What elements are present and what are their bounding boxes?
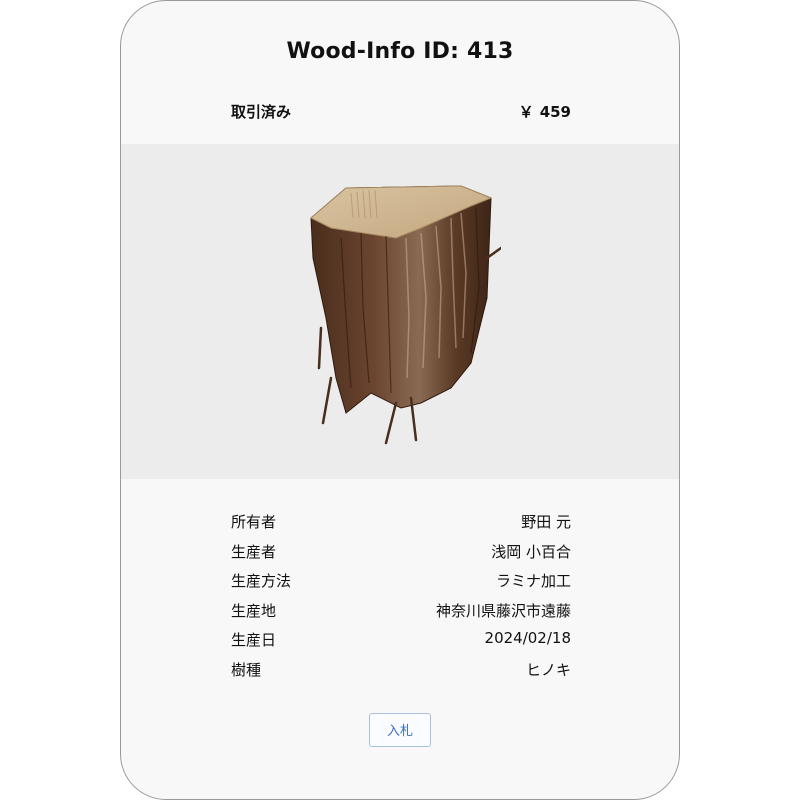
detail-value: ラミナ加工 — [495, 572, 571, 590]
detail-label: 生産日 — [231, 631, 277, 649]
detail-value: 野田 元 — [521, 513, 571, 531]
detail-row-owner: 所有者 野田 元 — [231, 509, 571, 539]
detail-row-origin: 生産地 神奈川県藤沢市遠藤 — [231, 598, 571, 628]
wood-log-icon — [310, 185, 501, 445]
detail-value: ヒノキ — [525, 660, 571, 679]
detail-row-species: 樹種 ヒノキ — [231, 657, 571, 687]
wood-info-card: Wood-Info ID: 413 取引済み ￥ 459 所有者 野田 元 生産… — [120, 0, 680, 800]
detail-label: 生産者 — [231, 542, 277, 561]
detail-value: 浅岡 小百合 — [491, 542, 571, 561]
detail-row-producer: 生産者 浅岡 小百合 — [231, 539, 571, 569]
detail-label: 樹種 — [231, 660, 262, 679]
details-list: 所有者 野田 元 生産者 浅岡 小百合 生産方法 ラミナ加工 生産地 神奈川県藤… — [231, 509, 571, 686]
detail-label: 生産方法 — [231, 572, 292, 590]
product-image-area — [121, 144, 679, 479]
detail-label: 生産地 — [231, 601, 277, 620]
detail-row-date: 生産日 2024/02/18 — [231, 627, 571, 657]
currency-symbol: ￥ — [518, 103, 534, 121]
status-badge: 取引済み — [231, 103, 292, 121]
detail-label: 所有者 — [231, 513, 277, 531]
card-title: Wood-Info ID: 413 — [286, 39, 514, 64]
detail-value: 神奈川県藤沢市遠藤 — [435, 601, 571, 620]
detail-value: 2024/02/18 — [484, 629, 571, 647]
price-value: 459 — [539, 103, 571, 121]
detail-row-method: 生産方法 ラミナ加工 — [231, 568, 571, 598]
status-price-row: 取引済み ￥ 459 — [231, 101, 571, 121]
price-display: ￥ 459 — [519, 101, 571, 122]
bid-button[interactable]: 入札 — [369, 713, 431, 747]
